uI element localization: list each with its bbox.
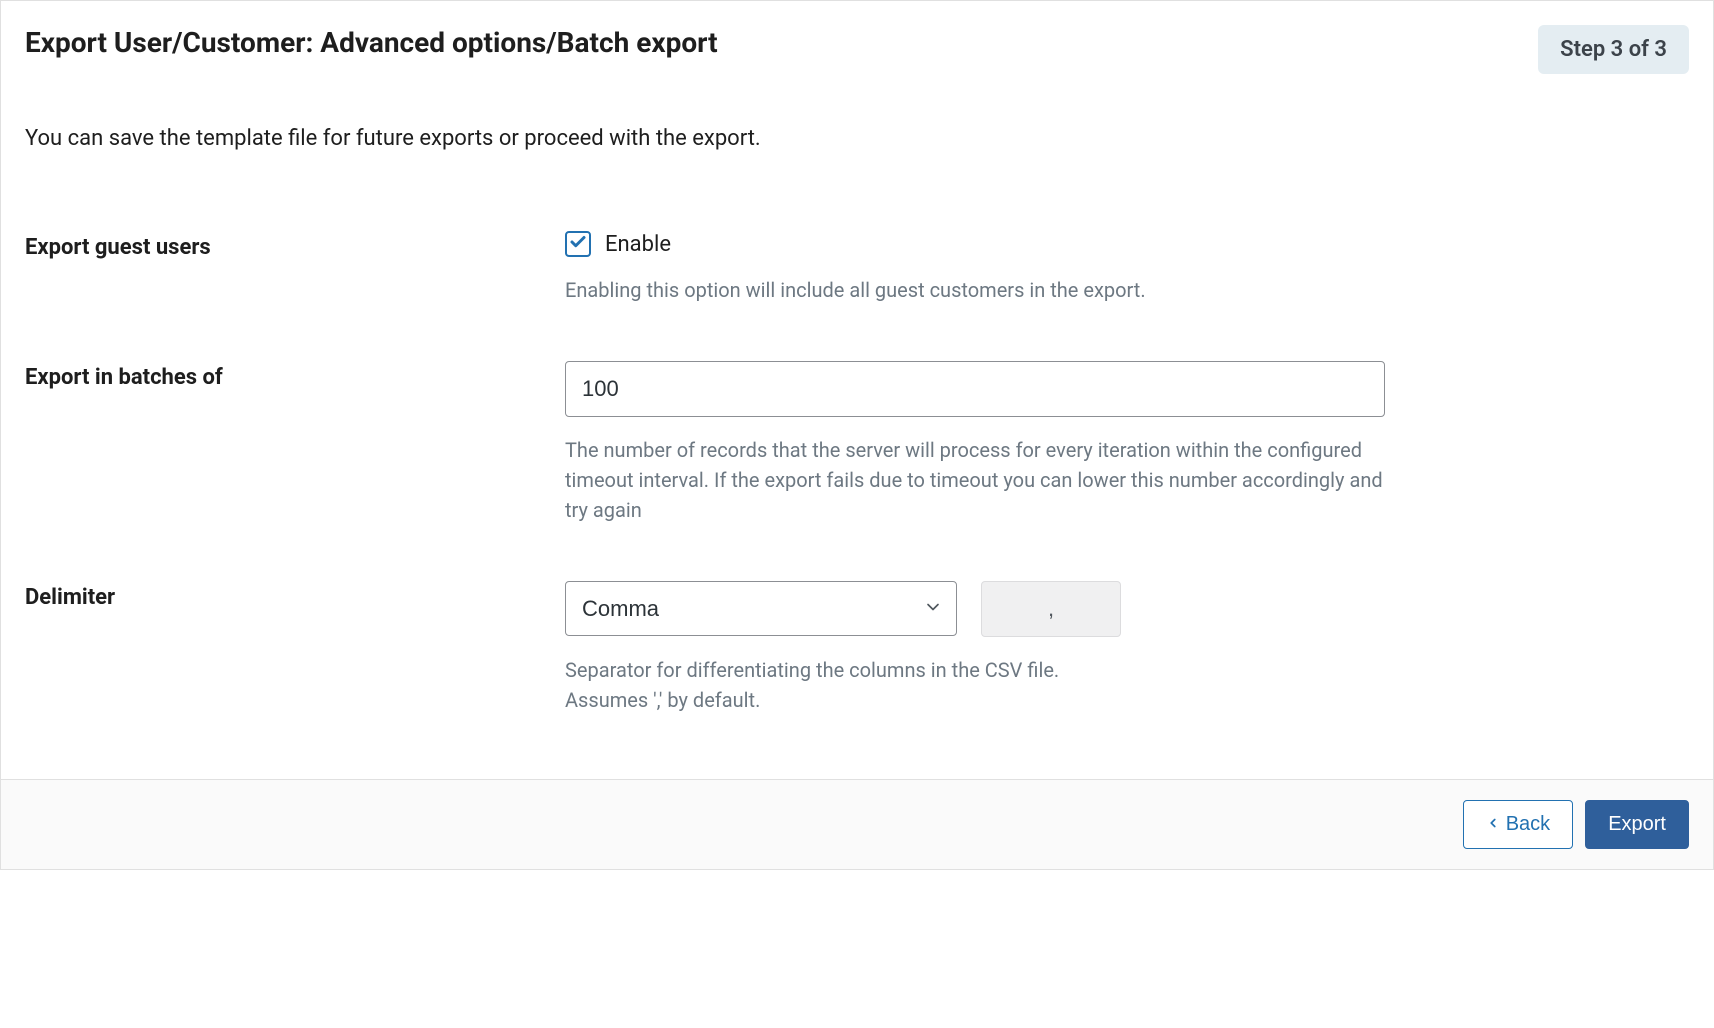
control-guest-users: Enable Enabling this option will include… xyxy=(565,231,1385,305)
delimiter-inputs: Comma xyxy=(565,581,1385,637)
back-button[interactable]: Back xyxy=(1463,800,1573,849)
label-guest-users: Export guest users xyxy=(25,231,565,260)
control-batch: The number of records that the server wi… xyxy=(565,361,1385,525)
checkbox-wrap-enable: Enable xyxy=(565,231,1385,257)
control-delimiter: Comma Separator for differentiating the … xyxy=(565,581,1385,715)
help-guest-users: Enabling this option will include all gu… xyxy=(565,275,1385,305)
step-badge: Step 3 of 3 xyxy=(1538,25,1689,74)
help-batch: The number of records that the server wi… xyxy=(565,435,1385,525)
header-row: Export User/Customer: Advanced options/B… xyxy=(25,25,1689,74)
export-advanced-panel: Export User/Customer: Advanced options/B… xyxy=(0,0,1714,870)
delimiter-preview[interactable] xyxy=(981,581,1121,637)
checkbox-label-enable: Enable xyxy=(605,232,671,257)
help-delimiter: Separator for differentiating the column… xyxy=(565,655,1125,715)
batch-size-input[interactable] xyxy=(565,361,1385,417)
form-row-batch: Export in batches of The number of recor… xyxy=(25,361,1689,525)
label-delimiter: Delimiter xyxy=(25,581,565,610)
content-area: Export User/Customer: Advanced options/B… xyxy=(1,1,1713,779)
export-button-label: Export xyxy=(1608,813,1666,836)
label-batch: Export in batches of xyxy=(25,361,565,390)
page-title: Export User/Customer: Advanced options/B… xyxy=(25,25,718,61)
delimiter-select[interactable]: Comma xyxy=(565,581,957,636)
back-button-label: Back xyxy=(1506,813,1550,836)
chevron-left-icon xyxy=(1486,813,1500,836)
form-row-guest-users: Export guest users Enable Enabling this … xyxy=(25,231,1689,305)
export-button[interactable]: Export xyxy=(1585,800,1689,849)
checkmark-icon xyxy=(569,233,587,255)
footer-bar: Back Export xyxy=(1,779,1713,869)
form-row-delimiter: Delimiter Comma Separator for differenti… xyxy=(25,581,1689,715)
checkbox-enable-guest[interactable] xyxy=(565,231,591,257)
intro-text: You can save the template file for futur… xyxy=(25,126,1689,151)
delimiter-select-wrap: Comma xyxy=(565,581,957,637)
